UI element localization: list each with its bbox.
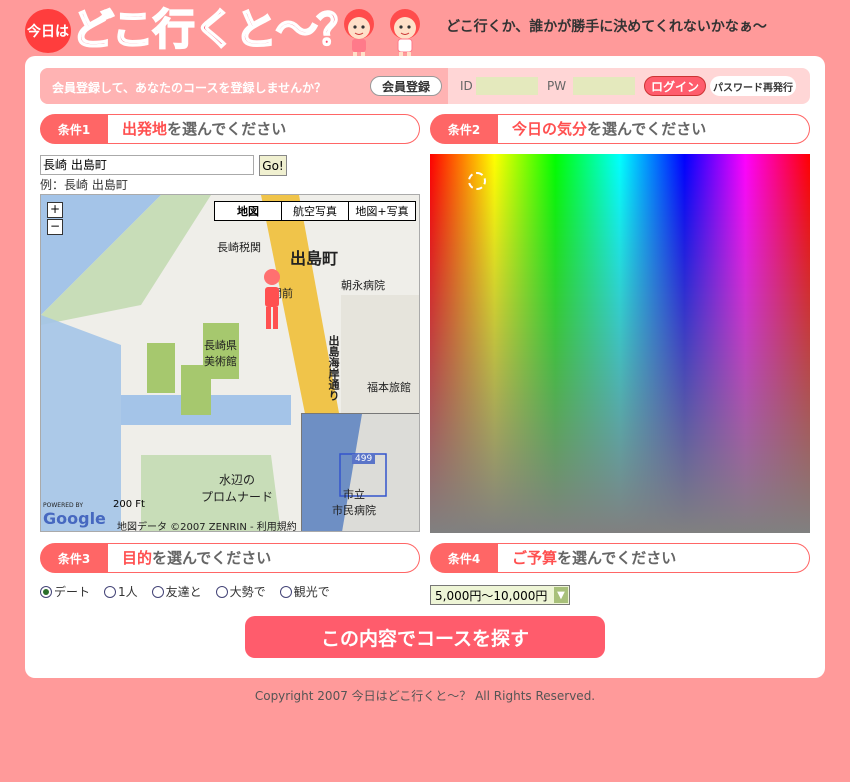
condition-2-header: 条件2 今日の気分を選んでください [430,114,810,144]
map-pin-icon[interactable] [263,269,281,331]
map-copyright[interactable]: 地図データ ©2007 ZENRIN - 利用規約 [117,518,297,531]
condition-4-highlight: ご予算 [512,549,558,567]
map-type-tabs: 地図 航空写真 地図+写真 [214,201,416,221]
condition-4-header: 条件4 ご予算を選んでください [430,543,810,573]
search-example: 例：長崎 出島町 [40,178,128,192]
condition-4-label: ご予算を選んでください [498,543,810,573]
condition-2-tag: 条件2 [430,114,498,144]
powered-by: POWERED BY [43,502,84,509]
condition-1-header: 条件1 出発地を選んでください [40,114,420,144]
map-label-road: 出島海岸通り [327,335,340,401]
password-reset-button[interactable]: パスワード再発行 [710,76,796,96]
header: 今日は どこ行くと〜？ どこ行くか、誰かが勝手に決めてくれないかなぁ〜 [0,0,850,60]
condition-1-rest: を選んでください [167,120,287,138]
map-tab-satellite[interactable]: 航空写真 [282,202,349,220]
map[interactable]: 地図 航空写真 地図+写真 + − 長崎税関 出島町 朝永病院 関前 長崎県 美… [40,194,420,532]
member-bar: 会員登録して、あなたのコースを登録しませんか？ 会員登録 ID PW ログイン … [40,68,810,104]
map-label-museum: 長崎県 美術館 [204,339,237,368]
condition-3-label: 目的を選んでください [108,543,420,573]
go-button[interactable]: Go! [259,155,287,176]
condition-3-highlight: 目的 [122,549,153,567]
budget-select[interactable]: 5,000円〜10,000円 ▼ [430,585,570,605]
condition-1-tag: 条件1 [40,114,108,144]
id-label: ID [460,79,473,93]
register-button[interactable]: 会員登録 [370,76,442,96]
mascot-girl-icon [344,9,374,58]
condition-1-label: 出発地を選んでください [108,114,420,144]
map-label-hospital: 朝永病院 [341,279,385,292]
map-tab-hybrid[interactable]: 地図+写真 [349,202,415,220]
map-label-promenade: 水辺の プロムナード [201,473,274,504]
condition-2-highlight: 今日の気分 [512,120,588,138]
pw-input[interactable] [573,77,635,95]
radio-button[interactable] [40,585,52,598]
mascot-boy-icon [390,9,420,58]
footer-copyright: Copyright 2007 今日はどこ行くと〜？ All Rights Res… [254,689,596,703]
condition-4-rest: を選んでください [557,549,677,567]
purpose-label: デート [54,585,91,599]
purpose-radio-group: デート 1人 友達と 大勢で 観光で [40,583,344,600]
map-overview-inset[interactable]: 499 市立 市民病院 [301,413,419,531]
radio-button[interactable] [104,585,117,598]
map-tab-map[interactable]: 地図 [215,202,282,220]
google-logo[interactable]: Google [43,509,106,528]
purpose-option-date[interactable]: デート [40,583,90,600]
inset-route-badge: 499 [352,454,376,464]
purpose-option-group[interactable]: 大勢で [215,583,266,600]
radio-button[interactable] [279,585,292,598]
logo-badge[interactable]: 今日は [25,9,71,53]
purpose-label: 大勢で [229,585,266,599]
map-label-dejima: 出島町 [290,249,339,268]
mood-color-picker[interactable] [430,154,810,533]
id-input[interactable] [476,77,538,95]
member-prompt: 会員登録して、あなたのコースを登録しませんか？ [52,81,327,95]
purpose-label: 1人 [118,585,138,599]
zoom-in-button[interactable]: + [47,202,63,218]
logo[interactable]: どこ行くと〜？ [71,2,360,58]
radio-button[interactable] [215,585,228,598]
search-course-button[interactable]: この内容でコースを探す [245,616,605,658]
pw-label: PW [547,79,567,93]
inset-label-hospital: 市立 市民病院 [332,488,376,517]
condition-4-tag: 条件4 [430,543,498,573]
purpose-option-sightseeing[interactable]: 観光で [279,583,330,600]
login-button[interactable]: ログイン [644,76,706,96]
color-picker-cursor[interactable] [468,172,486,190]
chevron-down-icon[interactable]: ▼ [554,587,568,603]
purpose-label: 友達と [165,585,202,599]
condition-3-tag: 条件3 [40,543,108,573]
map-label-inn: 福本旅館 [367,381,411,394]
purpose-option-alone[interactable]: 1人 [104,583,138,600]
purpose-label: 観光で [293,585,330,599]
condition-2-label: 今日の気分を選んでください [498,114,810,144]
tagline: どこ行くか、誰かが勝手に決めてくれないかなぁ〜 [446,19,767,35]
departure-search-input[interactable]: 長崎 出島町 [40,155,254,175]
condition-1-highlight: 出発地 [122,120,168,138]
condition-3-header: 条件3 目的を選んでください [40,543,420,573]
radio-button[interactable] [151,585,164,598]
budget-selected-value: 5,000円〜10,000円 [435,588,548,603]
map-scale: 200 Ft [113,499,145,510]
map-label-customs: 長崎税関 [217,241,261,254]
condition-3-rest: を選んでください [152,549,272,567]
zoom-out-button[interactable]: − [47,219,63,235]
purpose-option-friends[interactable]: 友達と [151,583,202,600]
condition-2-rest: を選んでください [587,120,707,138]
